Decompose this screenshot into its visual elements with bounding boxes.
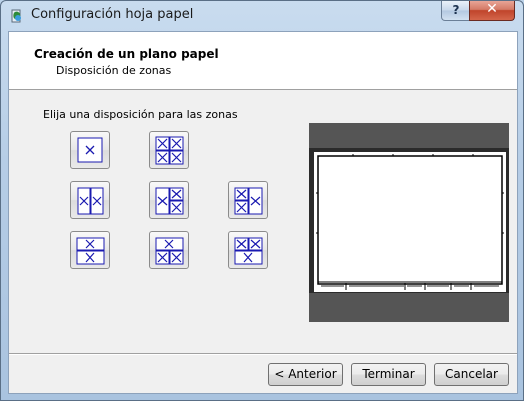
footer-separator — [9, 353, 517, 355]
two-vertical-zones-icon — [77, 187, 104, 215]
close-button[interactable]: ✕ — [469, 1, 515, 21]
layout-two-horizontal-button[interactable] — [70, 231, 110, 269]
dialog-client-area: Creación de un plano papel Disposición d… — [8, 31, 518, 394]
one-left-two-right-icon — [155, 187, 184, 215]
four-zones-icon — [155, 136, 184, 165]
back-button[interactable]: < Anterior — [268, 363, 343, 386]
wizard-header: Creación de un plano papel Disposición d… — [9, 32, 517, 90]
sheet-preview — [309, 123, 509, 322]
two-horizontal-zones-icon — [76, 237, 105, 265]
sheet-preview-drawing — [309, 123, 509, 322]
close-icon: ✕ — [486, 1, 498, 17]
layout-prompt: Elija una disposición para las zonas — [43, 108, 238, 121]
layout-single-zone-button[interactable] — [70, 131, 110, 169]
single-zone-icon — [77, 137, 103, 163]
wizard-title: Creación de un plano papel — [34, 47, 219, 61]
help-icon: ? — [452, 3, 460, 17]
layout-four-zones-button[interactable] — [149, 131, 189, 169]
two-left-one-right-icon — [234, 187, 263, 215]
one-top-two-bottom-icon — [155, 237, 184, 265]
window-title: Configuración hoja papel — [31, 7, 194, 22]
layout-two-top-one-bottom-button[interactable] — [228, 231, 268, 269]
layout-two-left-one-right-button[interactable] — [228, 181, 268, 219]
cancel-button[interactable]: Cancelar — [434, 363, 509, 386]
app-icon — [11, 9, 21, 23]
wizard-subtitle: Disposición de zonas — [56, 64, 172, 77]
title-bar[interactable]: Configuración hoja papel ? ✕ — [1, 1, 523, 31]
two-top-one-bottom-icon — [234, 237, 263, 265]
dialog-window: Configuración hoja papel ? ✕ Creación de… — [0, 0, 524, 401]
layout-one-top-two-bottom-button[interactable] — [149, 231, 189, 269]
layout-one-left-two-right-button[interactable] — [149, 181, 189, 219]
help-button[interactable]: ? — [441, 1, 471, 21]
layout-two-vertical-button[interactable] — [70, 181, 110, 219]
finish-button[interactable]: Terminar — [351, 363, 426, 386]
